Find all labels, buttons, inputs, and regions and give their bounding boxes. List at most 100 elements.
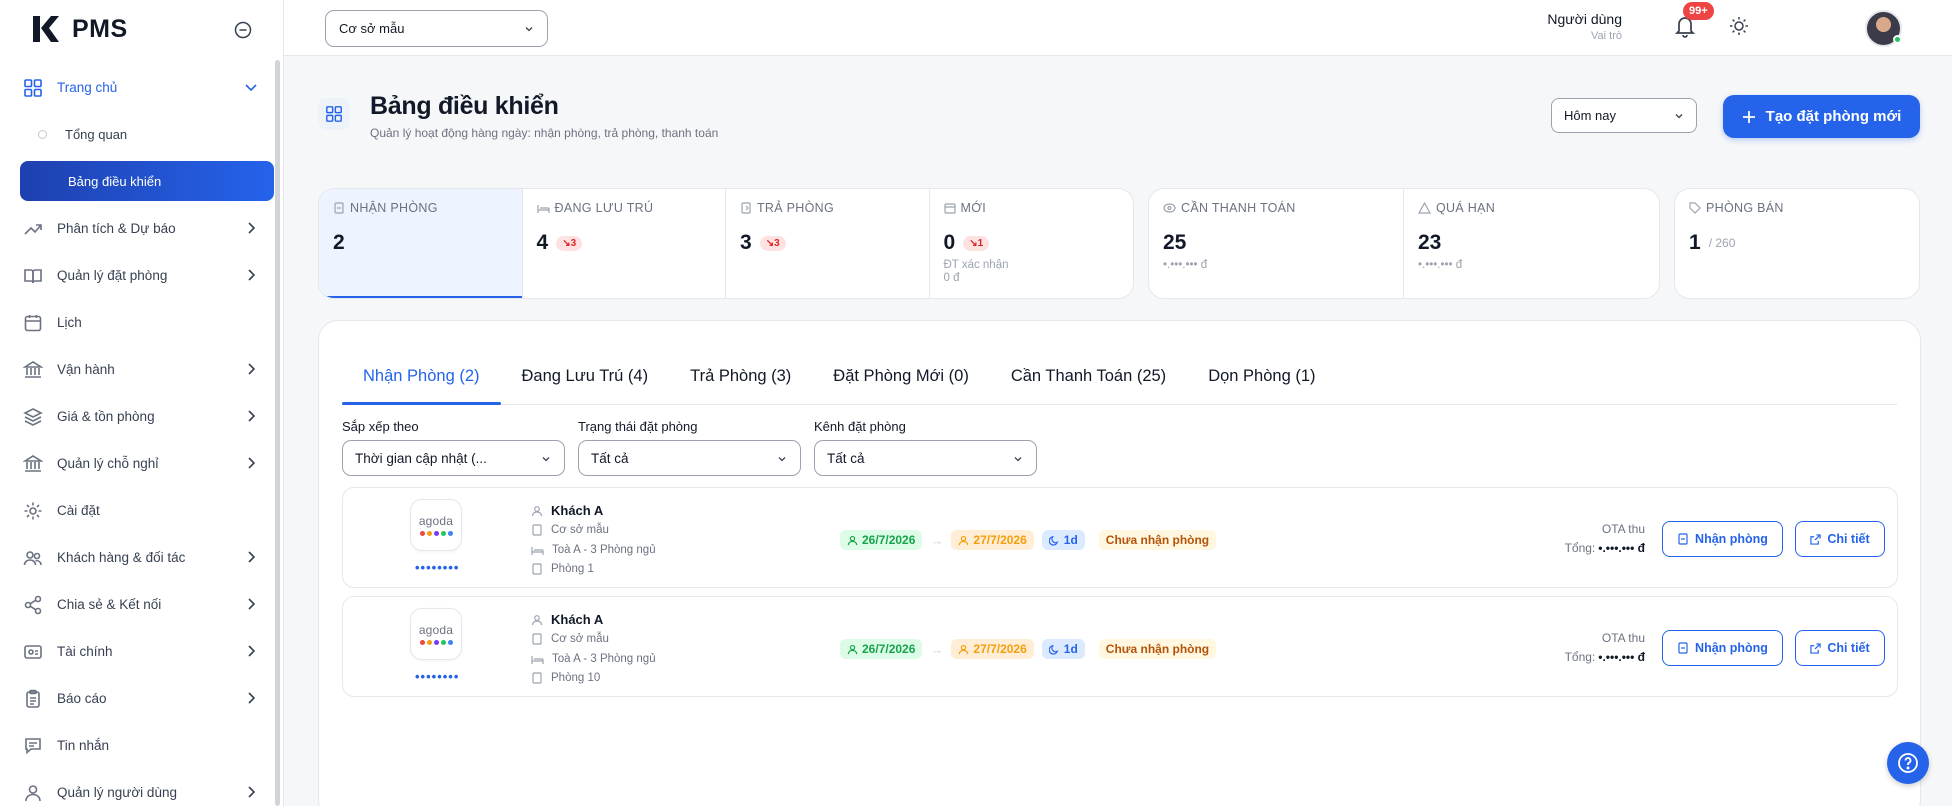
- chevron-right-icon: [244, 268, 258, 282]
- checkout-date-chip: 27/7/2026: [951, 530, 1034, 550]
- checkin-button[interactable]: Nhận phòng: [1662, 630, 1783, 666]
- calendar-icon: [943, 202, 956, 214]
- sidebar-item-label: Tài chính: [57, 644, 113, 659]
- sidebar-item-dashboard[interactable]: Bảng điều khiển: [20, 161, 274, 201]
- stat-card-checkout[interactable]: TRẢ PHÒNG 3 ↘3: [726, 189, 930, 298]
- detail-button[interactable]: Chi tiết: [1795, 630, 1885, 666]
- user-role: Vai trò: [1591, 30, 1622, 42]
- booking-row[interactable]: agoda •••••••• Khách A Cơ sở mẫu Toà A -…: [342, 487, 1898, 588]
- create-booking-button[interactable]: Tạo đặt phòng mới: [1723, 95, 1920, 138]
- sidebar-item-calendar[interactable]: Lịch: [0, 299, 283, 346]
- sidebar-item-label: Báo cáo: [57, 691, 107, 706]
- chevron-right-icon: [244, 221, 258, 235]
- moon-icon: [1048, 535, 1059, 546]
- tab-checkin[interactable]: Nhận Phòng (2): [342, 353, 501, 405]
- topbar: Cơ sở mẫu 99+ Người dùng Vai trò: [284, 0, 1952, 56]
- sidebar: PMS Trang chủ Tổng quan Bảng điều khiển …: [0, 0, 284, 806]
- stat-sub-amount: 0 đ: [943, 272, 960, 284]
- checkin-icon: [1678, 642, 1688, 654]
- property-select[interactable]: Cơ sở mẫu: [325, 10, 548, 47]
- stat-card-payment-due[interactable]: CẦN THANH TOÁN 25 •.•••.••• đ: [1149, 189, 1404, 298]
- sidebar-item-settings[interactable]: Cài đặt: [0, 487, 283, 534]
- help-button[interactable]: [1887, 742, 1929, 784]
- arrow-right-icon: →: [930, 641, 944, 657]
- sidebar-item-rates[interactable]: Giá & tồn phòng: [0, 393, 283, 440]
- chevron-right-icon: [244, 550, 258, 564]
- user-menu[interactable]: Người dùng Vai trò: [1547, 11, 1622, 42]
- sidebar-item-label: Phân tích & Dự báo: [57, 221, 176, 236]
- sidebar-nav: Trang chủ Tổng quan Bảng điều khiển Phân…: [0, 64, 283, 806]
- booking-row[interactable]: agoda •••••••• Khách A Cơ sở mẫu Toà A -…: [342, 596, 1898, 697]
- sidebar-item-reports[interactable]: Báo cáo: [0, 675, 283, 722]
- tab-new-bookings[interactable]: Đặt Phòng Mới (0): [812, 353, 990, 399]
- detail-button[interactable]: Chi tiết: [1795, 521, 1885, 557]
- sidebar-item-customers[interactable]: Khách hàng & đối tác: [0, 534, 283, 581]
- sidebar-item-label: Quản lý người dùng: [57, 785, 177, 800]
- collapse-sidebar-button[interactable]: [233, 20, 253, 40]
- chevron-right-icon: [244, 644, 258, 658]
- date-range-select[interactable]: Hôm nay: [1551, 98, 1697, 133]
- agoda-logo: agoda: [410, 608, 462, 660]
- chevron-right-icon: [244, 691, 258, 705]
- tab-staying[interactable]: Đang Lưu Trú (4): [501, 353, 670, 399]
- nights-chip: 1d: [1041, 639, 1085, 659]
- stay-dates: 26/7/2026 → 27/7/2026 1d Chưa nhận phòng: [840, 530, 1217, 550]
- moon-icon: [1048, 644, 1059, 655]
- sidebar-item-analytics[interactable]: Phân tích & Dự báo: [0, 205, 283, 252]
- status-badge: Chưa nhận phòng: [1098, 530, 1217, 550]
- sidebar-item-properties[interactable]: Quản lý chỗ nghỉ: [0, 440, 283, 487]
- stat-trend-chip: ↘3: [556, 235, 583, 251]
- status-select[interactable]: Tất cả: [578, 440, 801, 476]
- stat-card-checkin[interactable]: NHẬN PHÒNG 2: [319, 189, 523, 298]
- tab-housekeeping[interactable]: Dọn Phòng (1): [1187, 353, 1336, 399]
- sidebar-item-users[interactable]: Quản lý người dùng: [0, 769, 283, 806]
- sidebar-item-bookings[interactable]: Quản lý đặt phòng: [0, 252, 283, 299]
- stat-sub-label: ĐT xác nhận: [943, 259, 1009, 271]
- collapse-icon: [234, 21, 252, 39]
- status-badge: Chưa nhận phòng: [1098, 639, 1217, 659]
- stats-group-sold: PHÒNG BÁN 1 / 260: [1674, 188, 1920, 299]
- stat-card-overdue[interactable]: QUÁ HẠN 23 •.•••.••• đ: [1404, 189, 1659, 298]
- message-icon: [22, 735, 44, 757]
- sidebar-item-label: Trang chủ: [57, 80, 118, 95]
- selected-indicator: [319, 296, 522, 298]
- sort-select[interactable]: Thời gian cập nhật (...: [342, 440, 565, 476]
- stat-card-staying[interactable]: ĐANG LƯU TRÚ 4 ↘3: [523, 189, 726, 298]
- door-icon: [531, 563, 543, 575]
- total-amount: •.•••.••• đ: [1598, 650, 1645, 664]
- tag-icon: [1689, 202, 1701, 214]
- sidebar-item-operations[interactable]: Vận hành: [0, 346, 283, 393]
- sidebar-item-home[interactable]: Trang chủ: [0, 64, 283, 111]
- sidebar-item-finance[interactable]: Tài chính: [0, 628, 283, 675]
- building-icon: [531, 633, 543, 645]
- stats-group-payments: CẦN THANH TOÁN 25 •.•••.••• đ QUÁ HẠN 23…: [1148, 188, 1660, 299]
- checkin-date-chip: 26/7/2026: [840, 639, 923, 659]
- stat-value: 4: [536, 231, 549, 254]
- create-booking-label: Tạo đặt phòng mới: [1765, 108, 1902, 125]
- sidebar-item-messages[interactable]: Tin nhắn: [0, 722, 283, 769]
- checkin-button[interactable]: Nhận phòng: [1662, 521, 1783, 557]
- sidebar-item-overview[interactable]: Tổng quan: [0, 111, 283, 158]
- chevron-right-icon: [244, 362, 258, 376]
- bullet-icon: [38, 130, 47, 139]
- app-logo[interactable]: PMS: [30, 14, 128, 44]
- tab-payment-due[interactable]: Cần Thanh Toán (25): [990, 353, 1187, 399]
- sidebar-item-sharing[interactable]: Chia sẻ & Kết nối: [0, 581, 283, 628]
- property-name: Cơ sở mẫu: [551, 524, 609, 537]
- bookings-panel: Nhận Phòng (2) Đang Lưu Trú (4) Trả Phòn…: [318, 320, 1921, 806]
- checkin-date-chip: 26/7/2026: [840, 530, 923, 550]
- stat-trend-chip: ↘1: [963, 235, 990, 251]
- stat-value: 2: [333, 231, 345, 254]
- chevron-right-icon: [244, 785, 258, 799]
- channel-select[interactable]: Tất cả: [814, 440, 1037, 476]
- tab-checkout[interactable]: Trả Phòng (3): [669, 353, 812, 399]
- share-icon: [22, 594, 44, 616]
- theme-toggle-button[interactable]: [1728, 15, 1750, 37]
- status-filter: Trạng thái đặt phòng Tất cả: [578, 419, 801, 476]
- stat-card-rooms-sold[interactable]: PHÒNG BÁN 1 / 260: [1675, 189, 1919, 298]
- stat-value: 25: [1163, 231, 1187, 254]
- stat-sub-amount: •.•••.••• đ: [1163, 259, 1208, 271]
- chevron-down-icon: [1013, 454, 1023, 464]
- stat-card-new[interactable]: MỚI 0 ↘1 ĐT xác nhận 0 đ: [930, 189, 1134, 298]
- sidebar-scrollbar[interactable]: [275, 60, 280, 806]
